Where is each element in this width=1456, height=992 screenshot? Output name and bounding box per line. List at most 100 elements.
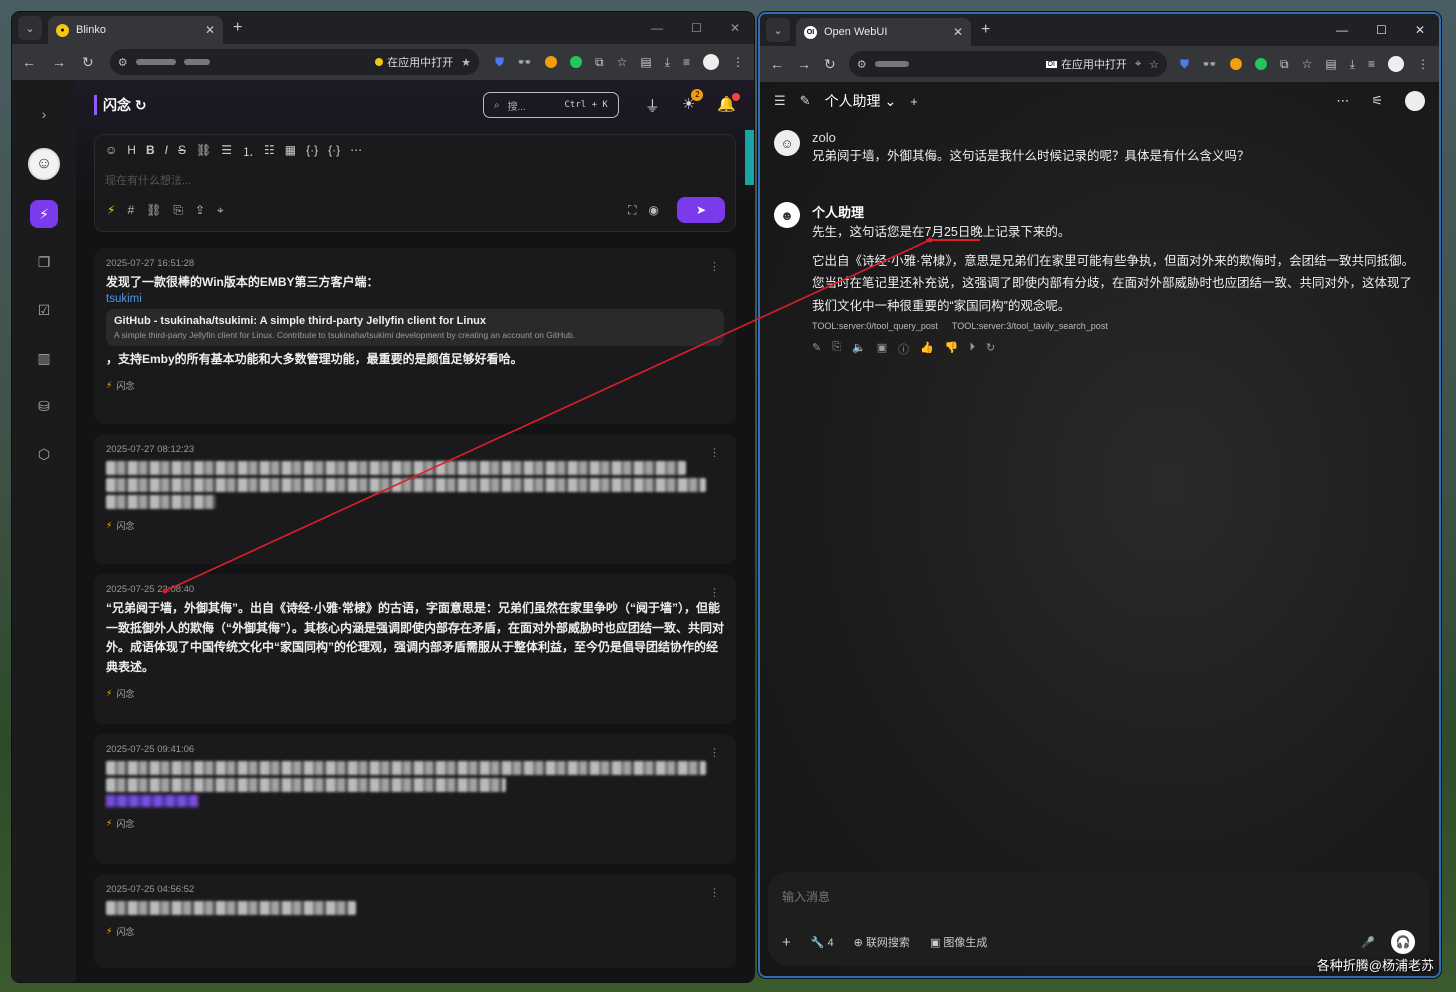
download-icon[interactable]: ⤓ [1350, 57, 1355, 72]
note-card[interactable]: 2025-07-25 04:56:52 ⋮ ⚡ 闪念 [94, 874, 736, 968]
note-card[interactable]: 2025-07-27 16:51:28 ⋮ 发现了一款很棒的Win版本的EMBY… [94, 248, 736, 424]
bitwarden-icon[interactable]: ⛊ [495, 55, 504, 70]
model-selector[interactable]: 个人助理 ⌄ [825, 91, 897, 111]
tab-close-icon[interactable]: ✕ [205, 23, 215, 37]
reload-icon[interactable]: ↻ [824, 56, 836, 73]
upload-file-icon[interactable]: ⎘ [173, 203, 183, 218]
extension-green-icon[interactable] [1254, 58, 1267, 70]
strike-icon[interactable]: S [178, 143, 186, 160]
close-window-icon[interactable]: ✕ [1415, 23, 1425, 37]
note-link[interactable]: tsukimi [106, 293, 724, 305]
user-avatar[interactable]: ☺ [28, 148, 60, 180]
extension-orange-icon[interactable] [1229, 58, 1242, 70]
refresh-icon[interactable]: ↻ [135, 97, 147, 113]
microphone-icon[interactable]: 🎤 [1361, 936, 1375, 949]
media-icon[interactable]: ≡ [1368, 57, 1375, 71]
add-attachment-icon[interactable]: + [782, 934, 791, 951]
add-model-icon[interactable]: + [910, 94, 918, 109]
extension-orange-icon[interactable] [544, 56, 557, 68]
forward-icon[interactable]: → [797, 56, 811, 72]
italic-icon[interactable]: I [165, 143, 168, 160]
note-tag[interactable]: ⚡ 闪念 [106, 519, 724, 532]
link-icon[interactable]: ⛓ [196, 143, 211, 160]
note-menu-icon[interactable]: ⋮ [709, 586, 720, 599]
site-info-icon[interactable]: ⚙ [118, 56, 128, 69]
bitwarden-icon[interactable]: ⛊ [1180, 57, 1189, 72]
note-tag[interactable]: ⚡ 闪念 [106, 817, 724, 830]
table-icon[interactable]: ▦ [285, 143, 296, 160]
hashtag-icon[interactable]: # [127, 203, 134, 217]
menu-dots-icon[interactable]: ⋮ [1417, 57, 1429, 71]
tab-close-icon[interactable]: ✕ [953, 25, 963, 39]
note-editor[interactable]: ☺ H B I S ⛓ ☰ ⒈ ☷ ▦ {·} {·} ⋯ 现在有什么想法...… [94, 134, 736, 232]
ordered-list-icon[interactable]: ⒈ [242, 143, 254, 160]
reload-icon[interactable]: ↻ [82, 54, 94, 71]
back-icon[interactable]: ← [22, 54, 36, 70]
heading-icon[interactable]: H [127, 143, 136, 160]
note-tag[interactable]: ⚡ 闪念 [106, 925, 724, 938]
chat-controls-icon[interactable]: ⚟ [1371, 93, 1383, 109]
image-icon[interactable]: ▣ [877, 341, 887, 357]
image-gen-button[interactable]: ▣ 图像生成 [930, 934, 987, 950]
read-aloud-icon[interactable]: 🔈 [852, 341, 866, 357]
sidebar-database-icon[interactable]: ⛁ [30, 392, 58, 420]
note-menu-icon[interactable]: ⋮ [709, 260, 720, 273]
preview-eye-icon[interactable]: ◉ [649, 203, 659, 217]
copy-icon[interactable]: ⎘ [832, 341, 841, 357]
thumbs-down-icon[interactable]: 👎 [945, 341, 959, 357]
open-in-app-button[interactable]: OI 在应用中打开 [1045, 56, 1127, 72]
note-menu-icon[interactable]: ⋮ [709, 446, 720, 459]
send-button[interactable]: ➤ [677, 197, 725, 223]
address-bar[interactable]: ⚙ OI 在应用中打开 ⌖ ☆ [848, 51, 1168, 77]
note-card[interactable]: 2025-07-25 09:41:06 ⋮ ⚡ 闪念 [94, 734, 736, 864]
note-menu-icon[interactable]: ⋮ [709, 886, 720, 899]
scrollbar[interactable] [745, 130, 754, 185]
tool-call-label[interactable]: TOOL:server:0/tool_query_post [812, 321, 938, 331]
tab-open-webui[interactable]: OI Open WebUI ✕ [796, 18, 971, 46]
extensions-puzzle-icon[interactable]: ⧉ [595, 55, 604, 70]
extensions-puzzle-icon[interactable]: ⧉ [1280, 57, 1289, 72]
sidebar-flash-icon[interactable]: ⚡ [30, 200, 58, 228]
minimize-icon[interactable]: — [651, 21, 663, 35]
reading-list-icon[interactable]: ▤ [1325, 57, 1336, 71]
favorites-icon[interactable]: ☆ [1302, 57, 1313, 71]
web-search-button[interactable]: ⊕ 联网搜索 [854, 934, 910, 950]
maximize-icon[interactable]: ☐ [1376, 23, 1387, 37]
sidebar-todo-icon[interactable]: ☑ [30, 296, 58, 324]
tools-button[interactable]: 🔧 4 [811, 936, 834, 949]
note-card[interactable]: 2025-07-27 08:12:23 ⋮ ⚡ 闪念 [94, 434, 736, 564]
thumbs-up-icon[interactable]: 👍 [920, 341, 934, 357]
reading-list-icon[interactable]: ▤ [640, 55, 651, 69]
note-tag[interactable]: ⚡ 闪念 [106, 379, 724, 392]
note-menu-icon[interactable]: ⋮ [709, 746, 720, 759]
sidebar-toggle-icon[interactable]: ☰ [774, 93, 786, 109]
new-tab-button[interactable]: + [233, 19, 242, 37]
new-tab-button[interactable]: + [981, 21, 990, 39]
location-pin-icon[interactable]: ⌖ [1135, 58, 1141, 71]
bookmark-star-icon[interactable]: ☆ [1149, 58, 1159, 71]
address-bar[interactable]: ⚙ 在应用中打开 ★ [109, 49, 480, 75]
new-chat-icon[interactable]: ✎ [800, 93, 811, 109]
more-options-icon[interactable]: ⋯ [1336, 93, 1349, 109]
user-avatar[interactable] [1405, 91, 1425, 111]
code-block-icon[interactable]: {·} [328, 143, 340, 160]
site-info-icon[interactable]: ⚙ [857, 58, 867, 71]
notification-bell-icon[interactable]: 🔔 [717, 92, 740, 116]
bullet-list-icon[interactable]: ☰ [221, 143, 232, 160]
maximize-icon[interactable]: ☐ [691, 21, 702, 35]
code-icon[interactable]: {·} [306, 143, 318, 160]
open-in-app-button[interactable]: 在应用中打开 [375, 54, 453, 70]
tab-search-button[interactable]: ⌄ [766, 18, 790, 42]
minimize-icon[interactable]: — [1336, 23, 1348, 37]
profile-avatar-icon[interactable] [703, 54, 719, 70]
location-icon[interactable]: ⌖ [217, 203, 224, 218]
close-window-icon[interactable]: ✕ [730, 21, 740, 35]
attach-link-icon[interactable]: ⛓ [146, 203, 161, 217]
glasses-icon[interactable]: 👓 [517, 55, 532, 69]
bold-icon[interactable]: B [146, 143, 155, 160]
glasses-icon[interactable]: 👓 [1202, 57, 1217, 71]
sidebar-box-icon[interactable]: ⬡ [30, 440, 58, 468]
bookmark-star-icon[interactable]: ★ [461, 56, 471, 69]
note-card[interactable]: 2025-07-25 22:08:40 ⋮ “兄弟阋于墙，外御其侮”。出自《诗经… [94, 574, 736, 724]
fullscreen-icon[interactable]: ⛶ [628, 203, 636, 218]
